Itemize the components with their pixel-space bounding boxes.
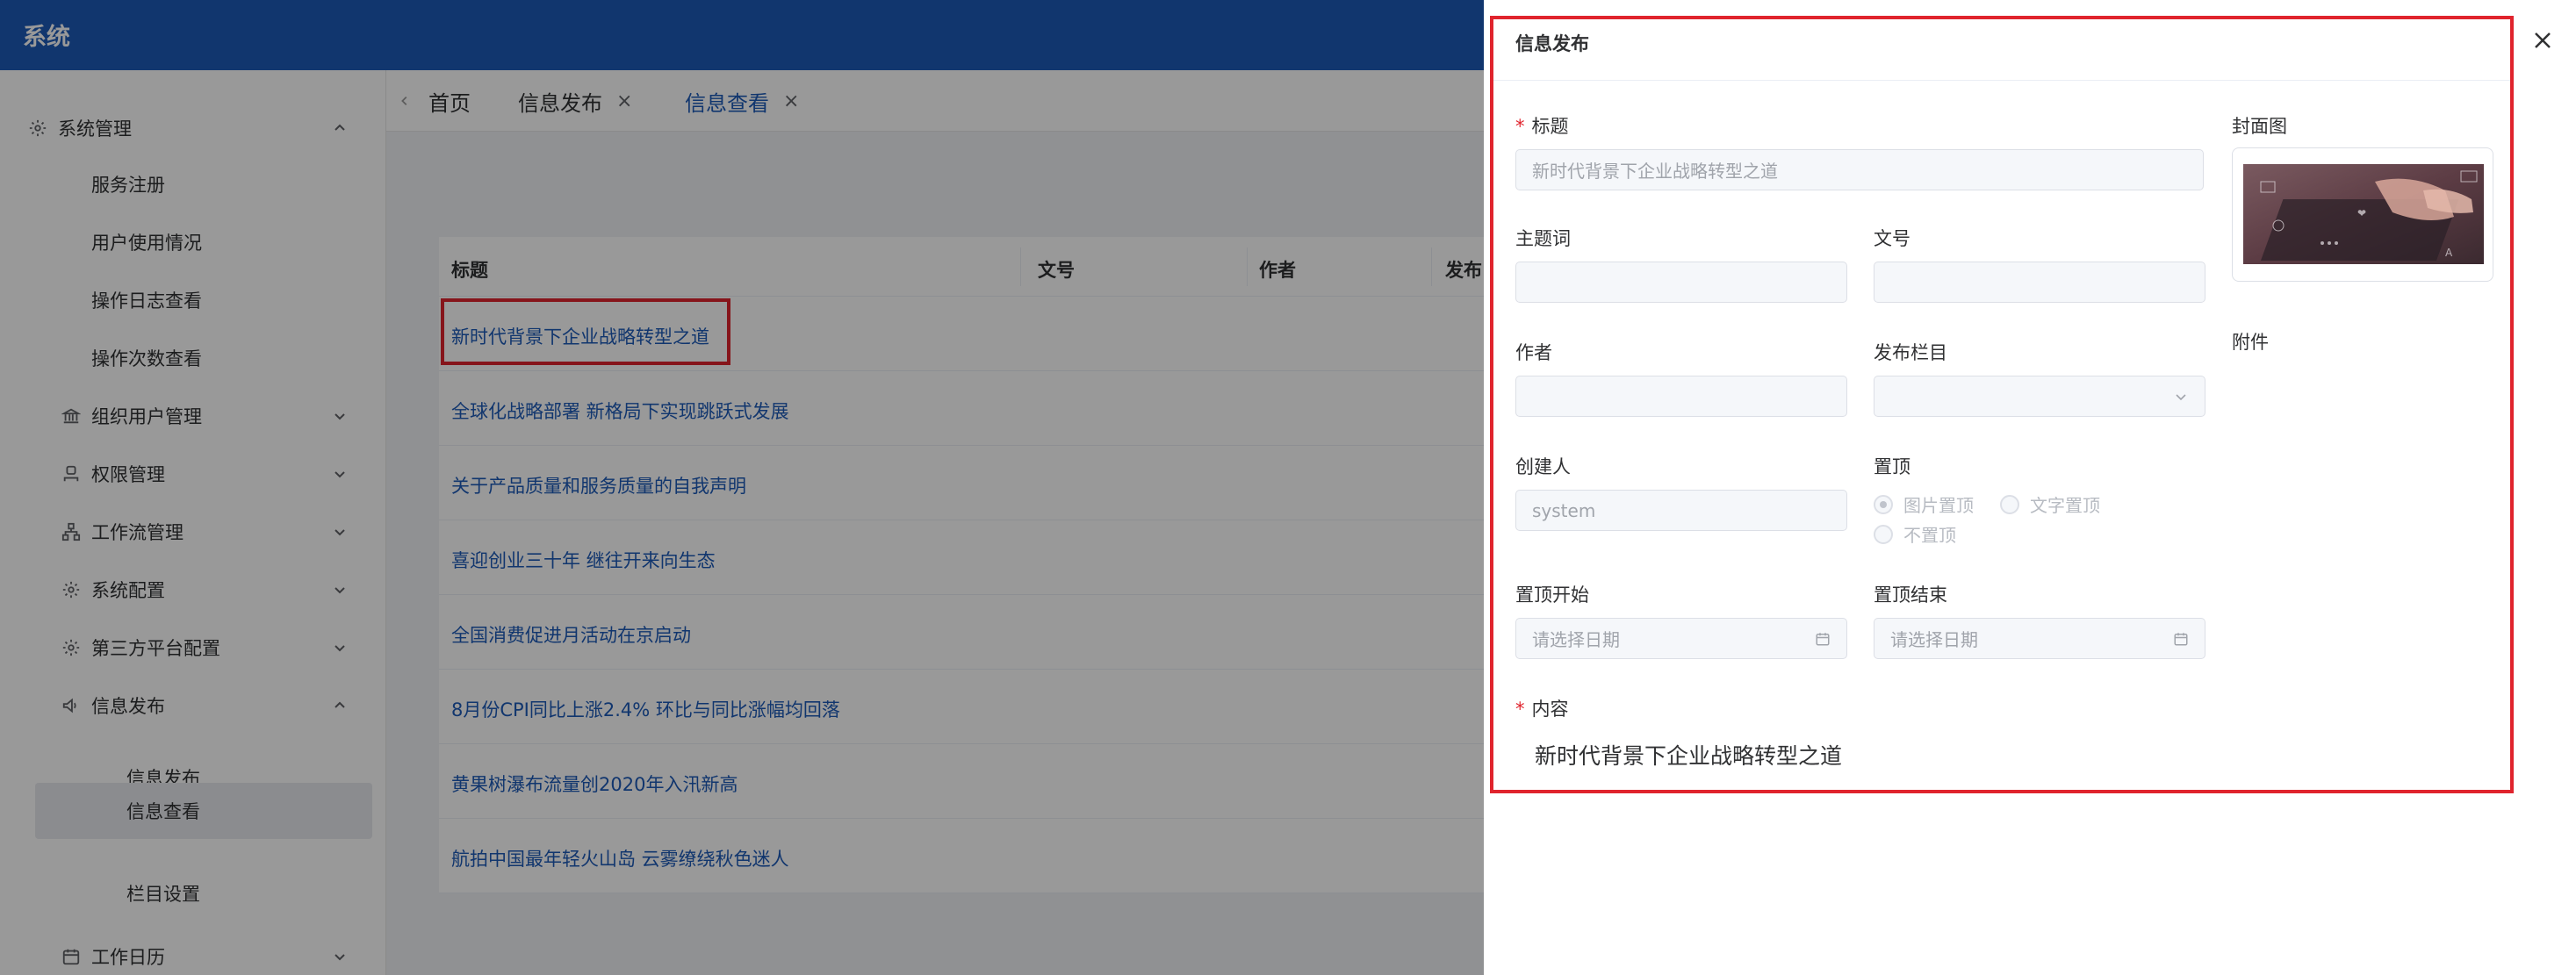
drawer-title: 信息发布 — [1515, 33, 1589, 54]
info-publish-drawer: 信息发布 * 标题 新时代背景下企业战略转型之道 主题词 文号 作者 发布栏目 创… — [1484, 0, 2576, 975]
top-end-label: 置顶结束 — [1874, 584, 1947, 606]
title-label: * 标题 — [1515, 116, 1569, 137]
cover-image-uploader[interactable]: A ❤ — [2232, 147, 2493, 282]
svg-text:A: A — [2445, 247, 2453, 259]
svg-text:❤: ❤ — [2357, 207, 2366, 219]
doc-no-input[interactable] — [1874, 262, 2205, 303]
top-start-label: 置顶开始 — [1515, 584, 1589, 606]
cover-image: A ❤ — [2243, 164, 2484, 264]
radio-no-top[interactable]: 不置顶 — [1874, 521, 1956, 547]
cover-label: 封面图 — [2232, 116, 2287, 137]
calendar-icon — [2171, 629, 2191, 649]
top-label: 置顶 — [1874, 456, 1910, 477]
calendar-icon — [1813, 629, 1832, 649]
creator-label: 创建人 — [1515, 456, 1571, 477]
radio-image-top[interactable]: 图片置顶 — [1874, 491, 1974, 517]
radio-text-top[interactable]: 文字置顶 — [2000, 491, 2100, 517]
author-label: 作者 — [1515, 342, 1552, 363]
close-icon[interactable] — [2529, 26, 2557, 54]
keywords-input[interactable] — [1515, 262, 1847, 303]
column-select[interactable] — [1874, 376, 2205, 417]
content-label: * 内容 — [1515, 699, 1569, 720]
chevron-down-icon — [2171, 387, 2191, 406]
title-input[interactable]: 新时代背景下企业战略转型之道 — [1515, 149, 2204, 190]
top-end-date-input[interactable]: 请选择日期 — [1874, 618, 2205, 659]
column-label: 发布栏目 — [1874, 342, 1947, 363]
attachment-label: 附件 — [2232, 332, 2269, 353]
content-editor[interactable]: 新时代背景下企业战略转型之道 — [1535, 739, 1842, 771]
top-start-date-input[interactable]: 请选择日期 — [1515, 618, 1847, 659]
author-input[interactable] — [1515, 376, 1847, 417]
doc-no-label: 文号 — [1874, 228, 1910, 249]
creator-input[interactable]: system — [1515, 490, 1847, 531]
keywords-label: 主题词 — [1515, 228, 1571, 249]
modal-overlay[interactable] — [0, 0, 1484, 975]
